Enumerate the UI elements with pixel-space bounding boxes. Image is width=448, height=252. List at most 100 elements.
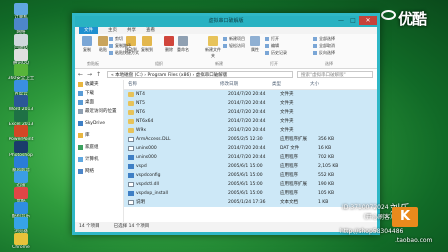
file-date: 2014/7/20 20:44 — [228, 128, 266, 133]
title-bar[interactable]: 虚拟串口破解版 — □ ✕ — [75, 16, 377, 27]
col-size[interactable]: 大小 — [310, 80, 350, 89]
up-button[interactable]: ↑ — [96, 71, 101, 78]
file-row[interactable]: vspdxp_install 2005/6/1 15:00 应用程序 105 KB — [124, 189, 377, 198]
ribbon-small-button[interactable]: 打开 — [265, 36, 279, 42]
back-button[interactable]: ← — [78, 71, 83, 78]
file-row[interactable]: vspdctl.dll 2005/6/1 15:00 应用程序扩展 190 KB — [124, 180, 377, 189]
ribbon-label: 属性 — [251, 47, 259, 52]
file-type: 文件夹 — [280, 110, 294, 115]
tab-3[interactable]: 查看 — [146, 27, 155, 34]
nav-item[interactable]: 下载 — [75, 89, 123, 98]
application-icon — [128, 164, 134, 169]
app-icon — [14, 94, 28, 107]
ribbon-group-label: 选择 — [325, 61, 333, 66]
file-row[interactable]: W9x 2014/7/20 20:44 文件夹 — [124, 126, 377, 135]
nav-item[interactable]: 家庭组 — [75, 143, 123, 152]
ribbon-label: 复制 — [83, 47, 91, 52]
file-row[interactable]: NT6x64 2014/7/20 20:44 文件夹 — [124, 117, 377, 126]
file-rows: NT4 2014/7/20 20:44 文件夹 NT5 2014/7/20 20:44 文… — [124, 90, 377, 222]
nav-label: SkyDrive — [85, 121, 105, 126]
file-name: NT4 — [136, 92, 145, 97]
explorer-body: 收藏夹 下载 桌面 最近访问的位置 SkyDrive 库家庭组 计算机 网络 名称 修改日期 … — [75, 80, 377, 222]
search-input[interactable]: 搜索"虚拟串口破解版" — [297, 71, 373, 78]
nav-item[interactable]: SkyDrive — [75, 119, 123, 128]
nav-item[interactable]: 库 — [75, 131, 123, 140]
file-row[interactable]: NT4 2014/7/20 20:44 文件夹 — [124, 90, 377, 99]
ribbon-icon — [82, 36, 92, 46]
address-path[interactable]: « 本地磁盘 (C:) › Program Files (x86) › 虚拟串口… — [107, 71, 293, 78]
ribbon-small-button[interactable]: 反向选择 — [313, 50, 335, 56]
ribbon-small-icon — [223, 37, 227, 41]
file-icon — [128, 182, 134, 187]
nav-label: 库 — [85, 133, 90, 138]
col-name[interactable]: 名称 — [124, 80, 220, 89]
file-row[interactable]: vspdconfig 2005/6/1 15:00 应用程序 552 KB — [124, 171, 377, 180]
item-count: 14 个项目 — [79, 224, 100, 229]
file-row[interactable]: vspd 2005/6/1 15:00 应用程序 2,105 KB — [124, 162, 377, 171]
app-icon — [14, 125, 28, 138]
ribbon-button[interactable]: 属性 — [247, 35, 263, 53]
ribbon-small-button[interactable]: 新建项目 — [223, 36, 245, 42]
ribbon-small-button[interactable]: 粘贴快捷方式 — [109, 50, 139, 56]
ribbon-small-icon — [313, 37, 317, 41]
col-date[interactable]: 修改日期 — [220, 80, 272, 89]
file-type: 应用程序 — [280, 164, 298, 169]
ribbon-small-label: 打开 — [271, 36, 279, 41]
file-type: 文件夹 — [280, 128, 294, 133]
file-name: unins000 — [136, 146, 157, 151]
ribbon-small-button[interactable]: 全部取消 — [313, 43, 335, 49]
file-row[interactable]: ArmAccess.DLL 2005/2/5 12:30 应用程序扩展 356 KB — [124, 135, 377, 144]
file-type: 文件夹 — [280, 101, 294, 106]
ribbon-button[interactable]: 重命名 — [175, 35, 191, 53]
nav-item[interactable]: 最近访问的位置 — [75, 107, 123, 116]
file-size: 2,105 KB — [318, 164, 339, 169]
forward-button[interactable]: → — [87, 71, 92, 78]
ribbon-small-button[interactable]: 复制路径 — [109, 43, 131, 49]
watermark-shop: http://shop58304486 — [340, 228, 404, 235]
ribbon-small-button[interactable]: 历史记录 — [265, 50, 287, 56]
close-button[interactable]: ✕ — [359, 16, 377, 25]
app-icon — [14, 140, 28, 153]
ribbon-small-button[interactable]: 轻松访问 — [223, 43, 245, 49]
file-row[interactable]: NT5 2014/7/20 20:44 文件夹 — [124, 99, 377, 108]
nav-icon — [78, 82, 83, 87]
file-date: 2005/6/1 15:00 — [228, 164, 263, 169]
desktop-icon[interactable]: Chrome — [4, 232, 38, 250]
ribbon-group-label: 组织 — [155, 61, 163, 66]
ribbon-small-icon — [313, 51, 317, 55]
file-date: 2005/1/24 17:36 — [228, 200, 266, 205]
file-date: 2005/6/1 15:00 — [228, 173, 263, 178]
nav-label: 最近访问的位置 — [85, 109, 117, 114]
tab-0[interactable]: 文件 — [79, 27, 98, 34]
ribbon-small-button[interactable]: 全部选择 — [313, 36, 335, 42]
nav-item[interactable]: 计算机 — [75, 155, 123, 164]
ribbon-small-button[interactable]: 剪切 — [109, 36, 123, 42]
file-size — [318, 90, 358, 99]
ribbon-button[interactable]: 复制 — [79, 35, 95, 53]
tab-2[interactable]: 共享 — [127, 27, 136, 34]
col-type[interactable]: 类型 — [272, 80, 310, 89]
file-type: 应用程序 — [280, 173, 298, 178]
ribbon-small-label: 轻松访问 — [229, 43, 245, 48]
app-icon — [14, 48, 28, 61]
file-row[interactable]: unins000 2014/7/20 20:44 应用程序 702 KB — [124, 153, 377, 162]
file-row[interactable]: unins000 2014/7/20 20:44 DAT 文件 16 KB — [124, 144, 377, 153]
nav-item[interactable]: 桌面 — [75, 98, 123, 107]
nav-item[interactable]: 网络 — [75, 167, 123, 176]
nav-item[interactable]: 收藏夹 — [75, 80, 123, 89]
ribbon-small-label: 全部选择 — [319, 36, 335, 41]
file-row[interactable]: 说明 2005/1/24 17:36 文本文档 1 KB — [124, 198, 377, 207]
ribbon-small-button[interactable]: 编辑 — [265, 43, 279, 49]
ribbon-group-label: 新建 — [215, 61, 223, 66]
ribbon-button[interactable]: 新建文件夹 — [205, 35, 221, 59]
minimize-button[interactable]: — — [335, 16, 347, 25]
ribbon-small-label: 复制路径 — [115, 43, 131, 48]
tab-1[interactable]: 主页 — [108, 27, 117, 34]
maximize-button[interactable]: □ — [347, 16, 359, 25]
file-name: NT5 — [136, 101, 145, 106]
file-row[interactable]: NT6 2014/7/20 20:44 文件夹 — [124, 108, 377, 117]
selected-count: 已选择 14 个项目 — [113, 224, 150, 229]
ribbon-button[interactable]: 复制到 — [139, 35, 155, 53]
nav-icon — [78, 133, 83, 138]
ribbon-label: 复制到 — [141, 47, 153, 52]
